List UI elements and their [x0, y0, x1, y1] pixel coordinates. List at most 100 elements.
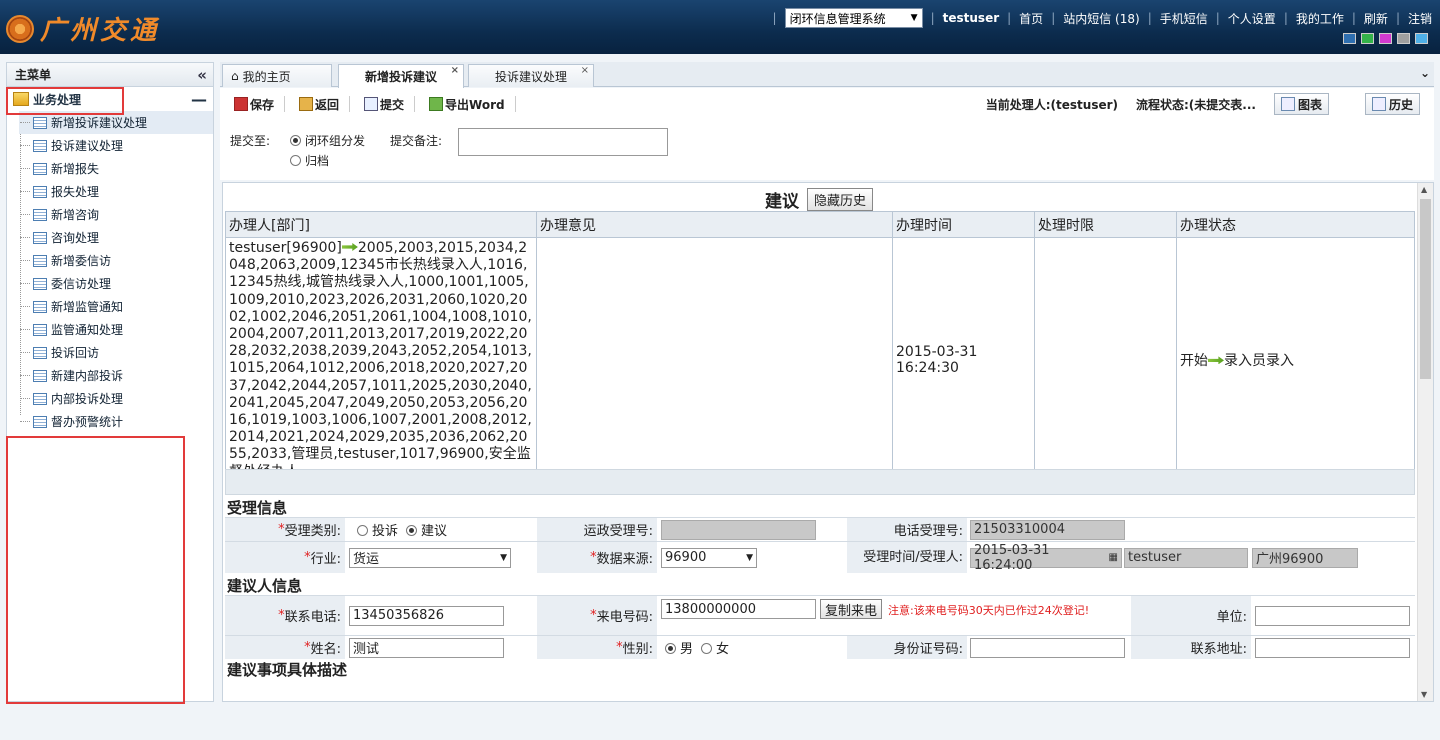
- phone-accept-label: 电话受理号:: [893, 524, 963, 539]
- sidebar-item-petition-process[interactable]: 委信访处理: [19, 272, 213, 295]
- sidebar-item-new-consult[interactable]: 新增咨询: [19, 203, 213, 226]
- chart-button[interactable]: 图表: [1273, 93, 1329, 115]
- sidebar: 主菜单 « 业务处理 — 新增投诉建议处理 投诉建议处理 新增报失 报失处理 新…: [6, 62, 214, 702]
- skin-green[interactable]: [1361, 33, 1374, 44]
- sidebar-title: 主菜单: [15, 68, 52, 82]
- radio-checked[interactable]: [290, 135, 301, 146]
- tab-bar: ⌂ 我的主页 新增投诉建议 × 投诉建议处理 × ⌄: [220, 62, 1434, 88]
- skin-cyan[interactable]: [1415, 33, 1428, 44]
- scroll-thumb[interactable]: [1420, 199, 1431, 379]
- sidebar-item-consult-process[interactable]: 咨询处理: [19, 226, 213, 249]
- address-input[interactable]: [1255, 637, 1410, 658]
- hide-history-button[interactable]: 隐藏历史: [806, 188, 873, 211]
- tab-home[interactable]: ⌂ 我的主页: [222, 64, 332, 87]
- column-header: 办理状态: [1176, 211, 1415, 238]
- sidebar-item-complaint-process[interactable]: 投诉建议处理: [19, 134, 213, 157]
- history-button[interactable]: 历史: [1364, 93, 1420, 115]
- nav-sms[interactable]: 手机短信: [1160, 10, 1208, 27]
- type-option-suggestion[interactable]: 建议: [406, 520, 447, 539]
- sidebar-item-internal-process[interactable]: 内部投诉处理: [19, 387, 213, 410]
- contact-phone-input[interactable]: 13450356826: [349, 605, 504, 626]
- submit-remark-textarea[interactable]: [458, 128, 668, 156]
- collapse-group-icon[interactable]: —: [191, 90, 207, 109]
- accept-time-label: 受理时间/受理人:: [863, 549, 963, 565]
- export-word-button[interactable]: 导出Word: [429, 96, 505, 113]
- status-cell: 开始 录入员录入: [1176, 237, 1415, 484]
- nav-refresh[interactable]: 刷新: [1364, 10, 1388, 27]
- chart-icon: [1280, 97, 1295, 111]
- document-icon: [33, 415, 47, 428]
- caller-input[interactable]: 13800000000: [661, 599, 816, 619]
- skin-blue[interactable]: [1343, 33, 1356, 44]
- nav-logout[interactable]: 注销: [1408, 10, 1432, 27]
- name-input[interactable]: 测试: [349, 637, 504, 658]
- tabs-menu-icon[interactable]: ⌄: [1420, 66, 1430, 80]
- sidebar-item-new-lost[interactable]: 新增报失: [19, 157, 213, 180]
- submit-option-archive[interactable]: 归档: [290, 152, 329, 169]
- calendar-icon[interactable]: ▦: [1109, 552, 1118, 563]
- flow-status: 流程状态:(未提交表...: [1136, 97, 1256, 112]
- main-area: ⌂ 我的主页 新增投诉建议 × 投诉建议处理 × ⌄ 保存 返回 提交 导出Word …: [220, 62, 1434, 702]
- phone-accept-input[interactable]: 21503310004: [970, 519, 1125, 540]
- top-nav: | 闭环信息管理系统 ▼ | testuser | 首页 | 站内短信 (18) …: [765, 8, 1432, 28]
- system-select[interactable]: 闭环信息管理系统 ▼: [784, 8, 923, 28]
- accept-time-input[interactable]: 2015-03-31 16:24:00 ▦: [970, 543, 1122, 573]
- type-option-complaint[interactable]: 投诉: [357, 520, 398, 539]
- select-caret-icon: ▼: [500, 552, 507, 563]
- submit-option-dispatch[interactable]: 闭环组分发: [290, 132, 365, 149]
- back-button[interactable]: 返回: [299, 96, 339, 113]
- unit-input[interactable]: [1255, 605, 1410, 626]
- submit-button[interactable]: 提交: [364, 96, 404, 113]
- document-icon: [33, 116, 47, 129]
- nav-my-work[interactable]: 我的工作: [1296, 10, 1344, 27]
- radio-unchecked[interactable]: [290, 155, 301, 166]
- nav-site-messages[interactable]: 站内短信 (18): [1063, 10, 1139, 27]
- nav-home[interactable]: 首页: [1019, 10, 1043, 27]
- gender-option-female[interactable]: 女: [701, 638, 729, 657]
- sidebar-item-lost-process[interactable]: 报失处理: [19, 180, 213, 203]
- logo[interactable]: 广州交通: [6, 10, 160, 47]
- contact-phone-label: 联系电话:: [284, 610, 341, 625]
- sidebar-item-new-complaint[interactable]: 新增投诉建议处理: [19, 111, 213, 134]
- nav-personal-settings[interactable]: 个人设置: [1228, 10, 1276, 27]
- close-tab-icon[interactable]: ×: [451, 65, 459, 76]
- org-input[interactable]: 广州96900: [1252, 547, 1358, 568]
- accept-info-title: 受理信息: [227, 499, 288, 517]
- radio-unchecked[interactable]: [357, 525, 368, 536]
- copy-caller-button[interactable]: 复制来电: [820, 599, 883, 619]
- sidebar-item-new-petition[interactable]: 新增委信访: [19, 249, 213, 272]
- close-tab-icon[interactable]: ×: [581, 65, 589, 76]
- skin-gray[interactable]: [1397, 33, 1410, 44]
- tab-new-suggestion[interactable]: 新增投诉建议 ×: [338, 64, 464, 88]
- save-button[interactable]: 保存: [234, 96, 274, 113]
- scroll-up-icon[interactable]: ▲: [1421, 185, 1427, 194]
- tab-suggestion-process[interactable]: 投诉建议处理 ×: [468, 64, 594, 87]
- yunzheng-input[interactable]: [661, 519, 816, 540]
- source-select[interactable]: 96900 ▼: [661, 547, 757, 568]
- acceptor-input[interactable]: testuser: [1124, 547, 1248, 568]
- sidebar-item-new-notice[interactable]: 新增监管通知: [19, 295, 213, 318]
- content-scrollbar[interactable]: ▲ ▼: [1417, 183, 1433, 701]
- gender-option-male[interactable]: 男: [665, 638, 693, 657]
- sidebar-item-warning-stats[interactable]: 督办预警统计: [19, 410, 213, 433]
- toolbar: 保存 返回 提交 导出Word 当前处理人:(testuser) 流程状态:(未…: [220, 88, 1434, 120]
- yunzheng-label: 运政受理号:: [583, 524, 653, 539]
- skin-pink[interactable]: [1379, 33, 1392, 44]
- radio-checked[interactable]: [406, 525, 418, 536]
- sidebar-item-complaint-visit[interactable]: 投诉回访: [19, 341, 213, 364]
- id-input[interactable]: [970, 637, 1125, 658]
- document-icon: [33, 208, 47, 221]
- sidebar-tree: 新增投诉建议处理 投诉建议处理 新增报失 报失处理 新增咨询 咨询处理 新增委信…: [7, 111, 213, 433]
- scroll-down-icon[interactable]: ▼: [1421, 690, 1427, 699]
- sidebar-item-new-internal[interactable]: 新建内部投诉: [19, 364, 213, 387]
- gender-label: 性别:: [622, 642, 653, 657]
- collapse-sidebar-icon[interactable]: «: [197, 66, 207, 84]
- unit-label: 单位:: [1216, 610, 1247, 625]
- sidebar-item-notice-process[interactable]: 监管通知处理: [19, 318, 213, 341]
- sidebar-group-business[interactable]: 业务处理 —: [7, 87, 213, 111]
- radio-unchecked[interactable]: [701, 643, 713, 654]
- industry-select[interactable]: 货运 ▼: [349, 547, 511, 568]
- handler-cell: testuser[96900] 2005,2003,2015,2034,2048,…: [225, 237, 537, 484]
- document-icon: [33, 369, 47, 382]
- radio-checked[interactable]: [665, 643, 676, 654]
